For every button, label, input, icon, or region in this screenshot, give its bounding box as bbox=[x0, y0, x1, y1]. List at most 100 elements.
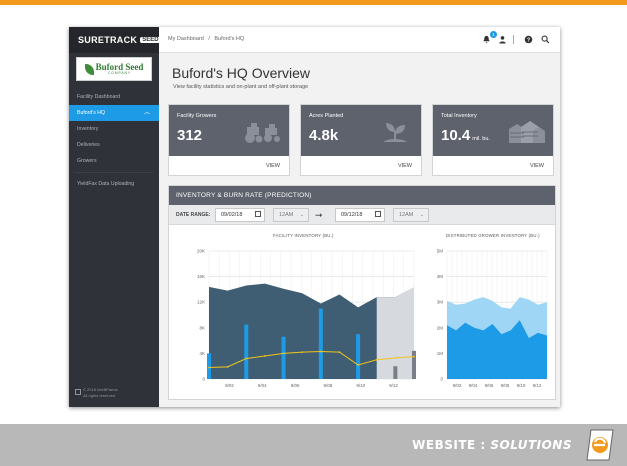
burn-rate-point bbox=[208, 366, 210, 369]
sidebar-item-yieldfax-upload[interactable]: YieldFax Data Uploading bbox=[69, 176, 159, 192]
app-tag: SEED bbox=[140, 37, 161, 43]
breadcrumb: My Dashboard / Buford's HQ bbox=[168, 36, 247, 42]
burn-rate-point bbox=[319, 350, 322, 353]
arrow-right-icon: ➞ bbox=[315, 210, 323, 220]
burn-rate-point bbox=[357, 364, 359, 366]
breadcrumb-separator: / bbox=[208, 36, 210, 42]
sidebar-divider bbox=[75, 172, 153, 173]
burn-rate-point bbox=[301, 351, 304, 354]
breadcrumb-my-dashboard[interactable]: My Dashboard bbox=[168, 36, 204, 42]
prediction-area bbox=[376, 287, 414, 379]
inventory-panel: INVENTORY & BURN RATE (PREDICTION) DATE … bbox=[168, 185, 556, 400]
silo-icon bbox=[509, 121, 545, 143]
x-tick-label: 9/12 bbox=[533, 383, 542, 388]
stat-card-inventory: Total Inventory 10.4 mil. bu. VIEW bbox=[432, 104, 554, 176]
burn-rate-point bbox=[226, 365, 229, 368]
sidebar-item-growers[interactable]: Growers bbox=[69, 153, 159, 169]
help-icon[interactable]: ? bbox=[524, 35, 533, 44]
stat-card-acres: Acres Planted 4.8k VIEW bbox=[300, 104, 422, 176]
stat-value: 312 bbox=[177, 127, 203, 144]
view-acres-button[interactable]: VIEW bbox=[398, 163, 412, 169]
grower-inventory-chart: 0 1M 2M 3M 4M 5M 9/02 9/04 9/06 9/08 9/10 9/12 bbox=[437, 249, 548, 388]
x-tick-label: 9/04 bbox=[258, 383, 267, 388]
grower-chart-title: DISTRIBUTED GROWER INVENTORY (BU.) bbox=[446, 233, 540, 238]
top-bar: My Dashboard / Buford's HQ 1 ? bbox=[159, 27, 560, 53]
footer-bar: WEBSITE : SOLUTIONS bbox=[0, 424, 627, 466]
bar bbox=[244, 324, 249, 379]
notification-badge: 1 bbox=[490, 31, 497, 38]
stat-card-growers: Facility Growers 312 VIEW bbox=[168, 104, 290, 176]
panel-title: INVENTORY & BURN RATE (PREDICTION) bbox=[169, 186, 555, 205]
intellifarms-icon bbox=[75, 389, 81, 395]
brand-accent-bar bbox=[0, 0, 627, 5]
burn-rate-point bbox=[394, 356, 397, 359]
y-tick-label: 1M bbox=[437, 351, 444, 356]
y-tick-label: 4K bbox=[199, 351, 205, 356]
sidebar-nav: Facility Dashboard Buford's HQ ︿ Invento… bbox=[69, 89, 159, 192]
start-date-input[interactable]: 09/02/18 bbox=[215, 208, 265, 222]
stat-label: Total Inventory bbox=[441, 113, 477, 119]
calendar-icon[interactable] bbox=[255, 211, 261, 217]
x-tick-label: 9/10 bbox=[517, 383, 526, 388]
app-name: SURETRACK bbox=[78, 35, 138, 45]
bar bbox=[281, 336, 286, 379]
end-date-input[interactable]: 09/12/18 bbox=[335, 208, 385, 222]
x-tick-label: 9/06 bbox=[291, 383, 300, 388]
toolbar-divider bbox=[513, 35, 514, 44]
end-time-select[interactable]: 12AM ⌄ bbox=[393, 208, 429, 222]
sidebar: SURETRACK SEED ✕ Buford Seed COMPANY Fac… bbox=[69, 27, 168, 407]
x-tick-label: 9/04 bbox=[469, 383, 478, 388]
bar bbox=[318, 308, 323, 379]
user-icon[interactable] bbox=[498, 35, 507, 44]
sidebar-item-facility-dashboard[interactable]: Facility Dashboard bbox=[69, 89, 159, 105]
x-tick-label: 9/08 bbox=[324, 383, 333, 388]
y-tick-label: 20K bbox=[197, 249, 205, 254]
stat-value: 10.4 mil. bu. bbox=[441, 127, 490, 144]
sidebar-item-inventory[interactable]: Inventory bbox=[69, 121, 159, 137]
footer-caption: WEBSITE : SOLUTIONS bbox=[412, 438, 572, 452]
copyright: © 2018 IntelliFarms All rights reserved bbox=[83, 387, 118, 399]
calendar-icon[interactable] bbox=[375, 211, 381, 217]
page-subtitle: View facility statistics and on-plant an… bbox=[173, 84, 309, 90]
company-logo-icon bbox=[586, 429, 614, 461]
burn-rate-point bbox=[282, 352, 285, 355]
client-logo-sub: COMPANY bbox=[107, 70, 132, 75]
sidebar-item-bufords-hq[interactable]: Buford's HQ ︿ bbox=[69, 105, 159, 121]
sidebar-item-label: Buford's HQ bbox=[77, 110, 106, 116]
stat-label: Acres Planted bbox=[309, 113, 344, 119]
sidebar-item-deliveries[interactable]: Deliveries bbox=[69, 137, 159, 153]
x-tick-label: 9/10 bbox=[356, 383, 365, 388]
y-tick-label: 2M bbox=[437, 325, 444, 330]
y-tick-label: 0 bbox=[440, 377, 443, 382]
burn-rate-point bbox=[375, 358, 378, 361]
x-tick-label: 9/02 bbox=[225, 383, 234, 388]
copyright-line-2: All rights reserved bbox=[83, 393, 116, 398]
client-logo: Buford Seed COMPANY bbox=[76, 57, 152, 81]
y-tick-label: 0 bbox=[202, 377, 205, 382]
stat-value: 4.8k bbox=[309, 127, 339, 144]
date-range-label: DATE RANGE: bbox=[176, 212, 211, 218]
burn-rate-point bbox=[413, 355, 415, 358]
chevron-down-icon: ⌄ bbox=[299, 212, 304, 218]
tractor-icon bbox=[245, 123, 280, 143]
y-tick-label: 5M bbox=[437, 249, 444, 254]
app-window: SURETRACK SEED ✕ Buford Seed COMPANY Fac… bbox=[69, 27, 560, 407]
x-tick-label: 9/12 bbox=[389, 383, 398, 388]
view-growers-button[interactable]: VIEW bbox=[266, 163, 280, 169]
y-tick-label: 12K bbox=[197, 300, 205, 305]
facility-inventory-chart: 0 4K 8K 12K 16K 20K 9/02 9/04 9/06 9/08 9/10 9/12 bbox=[197, 249, 416, 388]
view-inventory-button[interactable]: VIEW bbox=[530, 163, 544, 169]
sprout-icon bbox=[383, 123, 407, 142]
start-time-select[interactable]: 12AM ⌄ bbox=[273, 208, 309, 222]
x-tick-label: 9/08 bbox=[501, 383, 510, 388]
search-icon[interactable] bbox=[541, 35, 550, 44]
y-tick-label: 4M bbox=[437, 274, 444, 279]
chevron-up-icon[interactable]: ︿ bbox=[144, 105, 150, 121]
stat-unit: mil. bu. bbox=[472, 136, 490, 142]
app-brand[interactable]: SURETRACK SEED ✕ bbox=[69, 27, 168, 53]
x-tick-label: 9/06 bbox=[485, 383, 494, 388]
page-title: Buford's HQ Overview bbox=[172, 65, 311, 81]
svg-text:?: ? bbox=[527, 37, 530, 43]
bar bbox=[207, 353, 211, 379]
burn-rate-point bbox=[338, 351, 341, 354]
